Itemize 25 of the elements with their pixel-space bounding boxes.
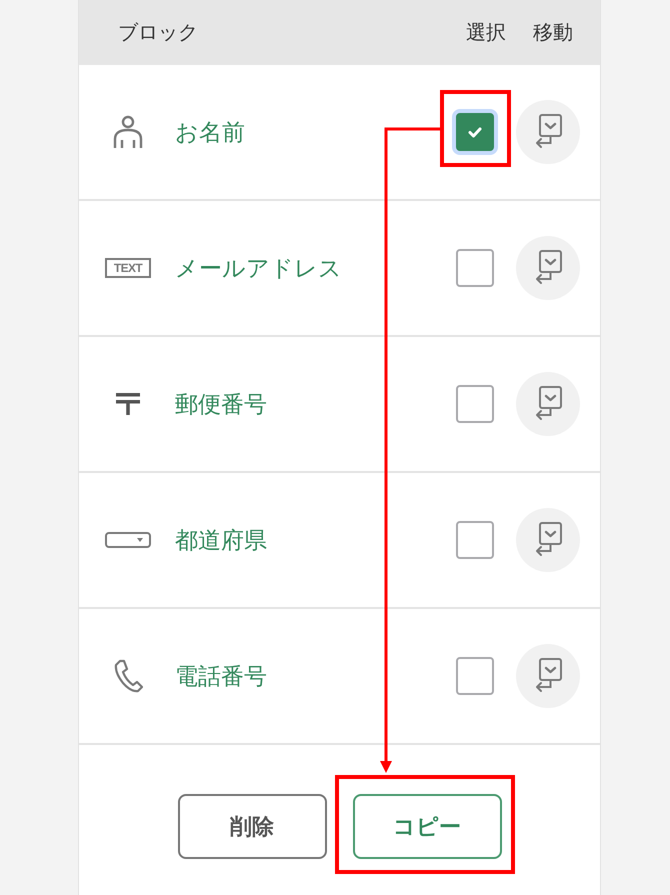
move-icon [534, 250, 562, 286]
block-label: メールアドレス [175, 254, 342, 284]
checkbox[interactable] [456, 521, 494, 559]
move-icon [534, 522, 562, 558]
column-header: ブロック [118, 19, 198, 46]
select-field-icon [105, 532, 151, 548]
move-icon [534, 658, 562, 694]
block-label: 電話番号 [175, 662, 267, 692]
move-icon [534, 386, 562, 422]
block-label: 郵便番号 [175, 390, 267, 420]
check-icon [468, 126, 482, 138]
checkbox[interactable] [456, 385, 494, 423]
block-label: 都道府県 [175, 526, 267, 556]
column-header: 選択 [466, 19, 506, 46]
move-icon [534, 114, 562, 150]
phone-icon [113, 659, 143, 693]
text-field-icon: TEXT [105, 258, 151, 278]
checkbox[interactable] [456, 657, 494, 695]
column-header: 移動 [533, 19, 573, 46]
postal-mark-icon [116, 393, 140, 415]
copy-button[interactable]: コピー [352, 794, 502, 859]
checkbox[interactable] [456, 249, 494, 287]
block-label: お名前 [175, 118, 245, 148]
person-icon [111, 115, 145, 149]
delete-button[interactable]: 削除 [178, 794, 326, 859]
